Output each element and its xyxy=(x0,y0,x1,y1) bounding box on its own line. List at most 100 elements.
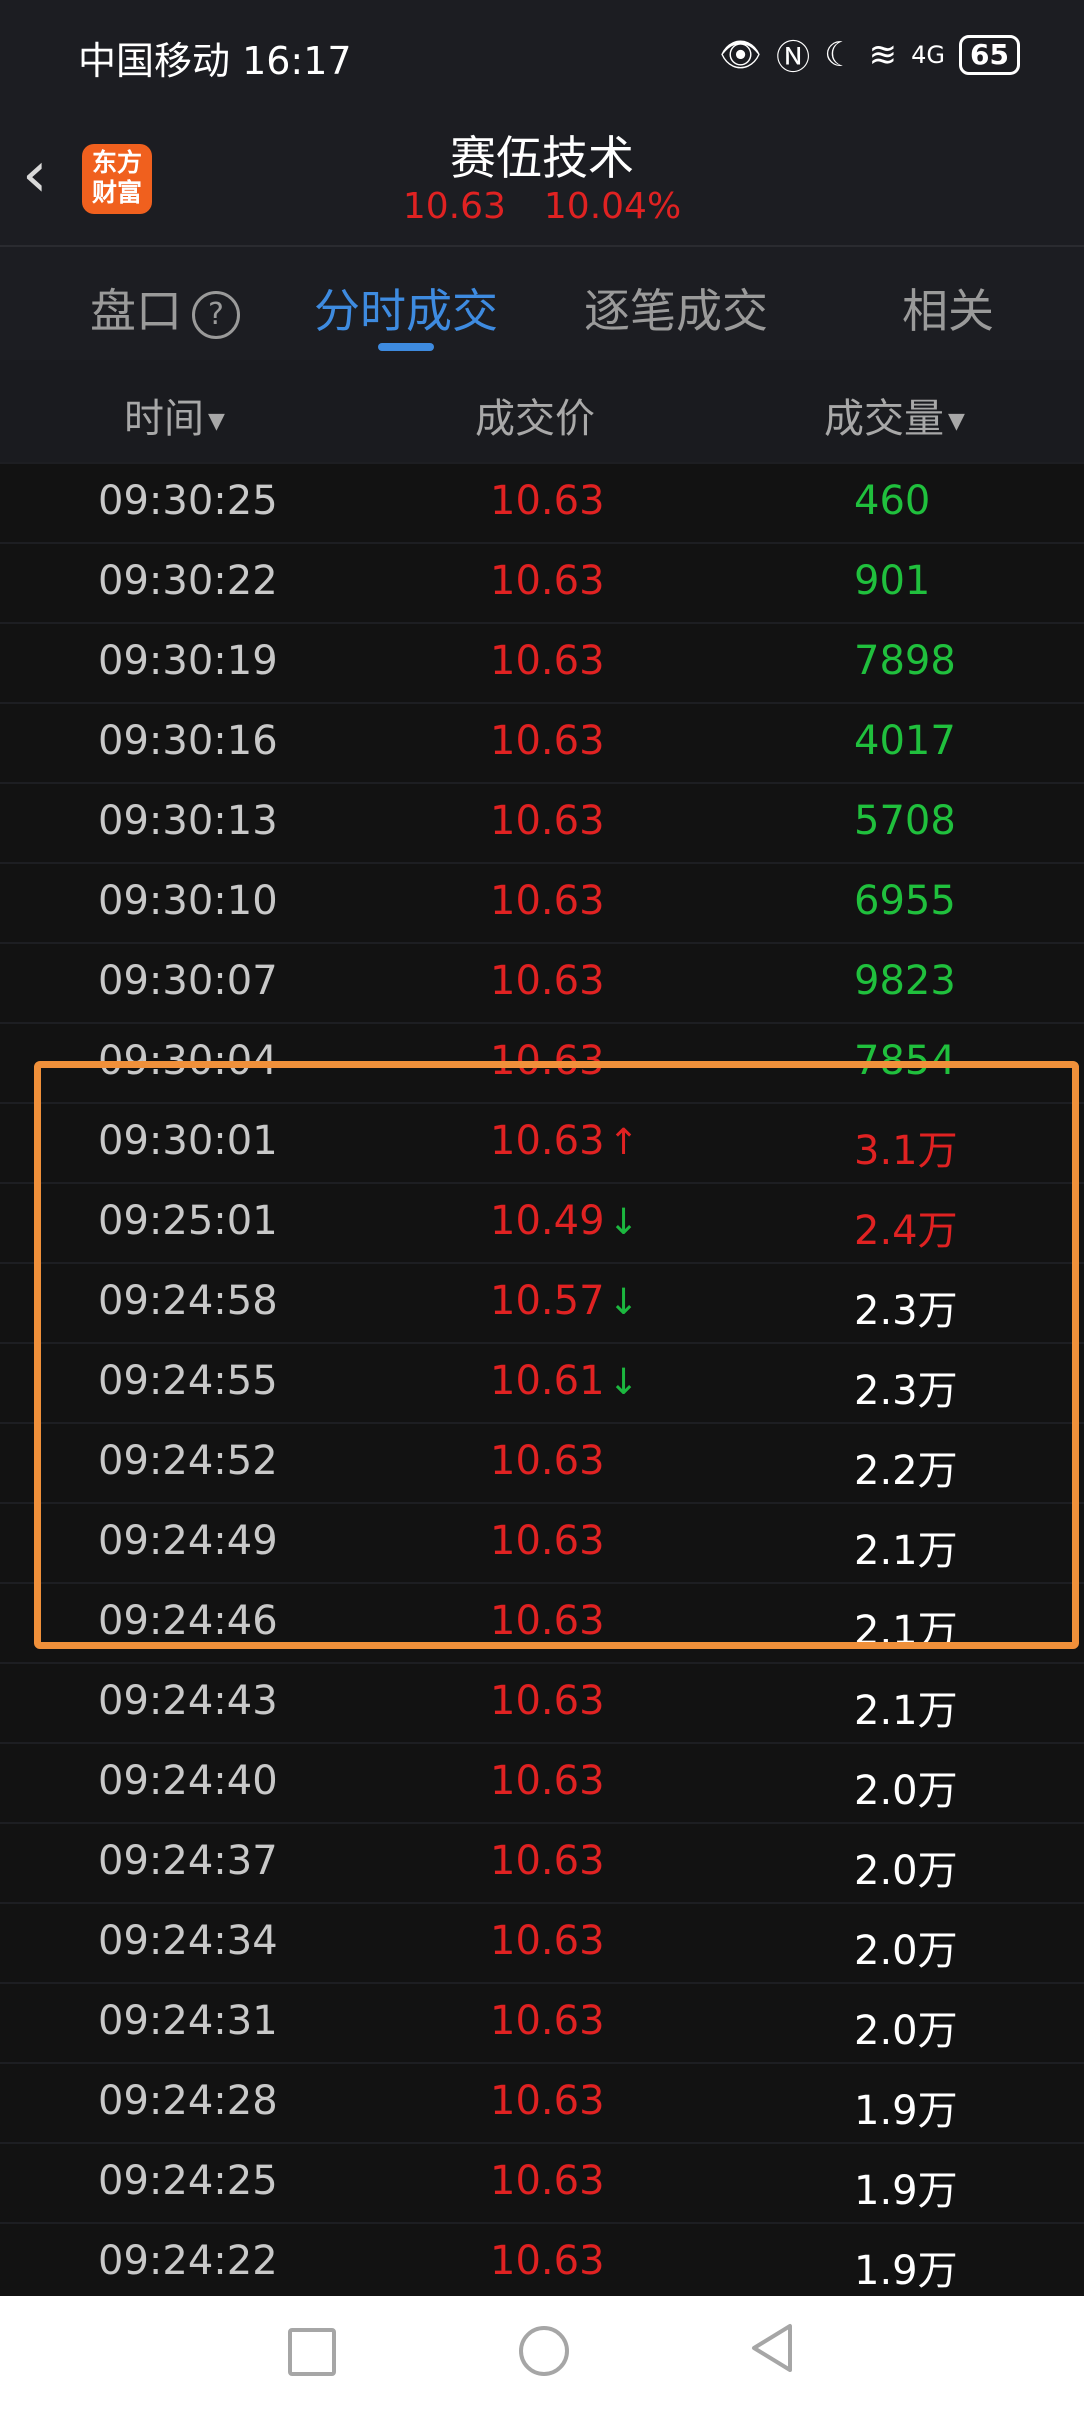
trade-price-value: 10.63 xyxy=(490,558,605,604)
trade-row: 09:30:22 10.63 901 xyxy=(0,542,1084,622)
trade-price-value: 10.63 xyxy=(490,718,605,764)
trade-price: 10.63 xyxy=(490,558,605,604)
trade-row: 09:30:25 10.63 460 xyxy=(0,462,1084,542)
status-icons: 👁 Ⓝ ☾ ≋ 4G 65 xyxy=(719,30,1020,79)
trade-price: 10.63 xyxy=(490,878,605,924)
trade-price-value: 10.63 xyxy=(490,1918,605,1964)
trade-volume-value: 2.0万 xyxy=(854,1848,958,1894)
tab-time-trades[interactable]: 分时成交 xyxy=(314,275,498,341)
trade-price: 10.63 xyxy=(490,1758,605,1804)
eye-icon: 👁 xyxy=(719,34,763,75)
trade-time: 09:24:28 xyxy=(98,2078,278,2124)
trade-time: 09:30:19 xyxy=(98,638,278,684)
active-tab-indicator xyxy=(378,343,434,351)
trade-row: 09:30:13 10.63 5708 xyxy=(0,782,1084,862)
trade-volume-value: 1.9万 xyxy=(854,2088,958,2134)
tab-pankou[interactable]: 盘口? xyxy=(90,275,240,341)
trade-price-value: 10.63 xyxy=(490,958,605,1004)
trade-time: 09:30:16 xyxy=(98,718,278,764)
trade-time: 09:24:31 xyxy=(98,1998,278,2044)
trade-row: 09:24:25 10.63 1.9万 xyxy=(0,2142,1084,2222)
trade-price: 10.63 xyxy=(490,1998,605,2044)
trade-time: 09:30:13 xyxy=(98,798,278,844)
trade-price-value: 10.63 xyxy=(490,1998,605,2044)
trade-volume-value: 1.9万 xyxy=(854,2168,958,2214)
triangle-back-icon xyxy=(752,2324,792,2372)
recent-apps-button[interactable] xyxy=(288,2328,336,2376)
trade-price: 10.63 xyxy=(490,718,605,764)
trade-time: 09:30:07 xyxy=(98,958,278,1004)
trade-row: 09:30:19 10.63 7898 xyxy=(0,622,1084,702)
trade-volume-value: 901 xyxy=(854,558,931,604)
trade-row: 09:30:07 10.63 9823 xyxy=(0,942,1084,1022)
stock-name: 赛伍技术 xyxy=(450,131,634,185)
home-button[interactable] xyxy=(519,2326,569,2376)
col-time[interactable]: 时间 ▼ xyxy=(124,386,225,444)
trade-price: 10.63 xyxy=(490,1838,605,1884)
trade-price-value: 10.63 xyxy=(490,1758,605,1804)
tab-related[interactable]: 相关 xyxy=(902,275,994,341)
trade-price: 10.63 xyxy=(490,958,605,1004)
trade-volume-value: 4017 xyxy=(854,718,956,764)
nfc-icon: Ⓝ xyxy=(776,38,811,78)
trade-volume-value: 1.9万 xyxy=(854,2248,958,2294)
trade-time: 09:30:22 xyxy=(98,558,278,604)
trade-price: 10.63 xyxy=(490,798,605,844)
trade-price: 10.63 xyxy=(490,1678,605,1724)
trade-time: 09:24:25 xyxy=(98,2158,278,2204)
trade-price: 10.63 xyxy=(490,478,605,524)
stock-header: ‹ 东方 财富 赛伍技术 10.63 10.04% xyxy=(0,110,1084,245)
trade-price-value: 10.63 xyxy=(490,2078,605,2124)
trade-price-value: 10.63 xyxy=(490,878,605,924)
trade-price-value: 10.63 xyxy=(490,1678,605,1724)
trade-row: 09:30:10 10.63 6955 xyxy=(0,862,1084,942)
col-volume[interactable]: 成交量 ▼ xyxy=(824,386,965,444)
trade-price: 10.63 xyxy=(490,638,605,684)
trade-time: 09:24:37 xyxy=(98,1838,278,1884)
carrier-time: 中国移动 16:17 xyxy=(78,39,352,83)
trade-row: 09:24:28 10.63 1.9万 xyxy=(0,2062,1084,2142)
trade-row: 09:24:31 10.63 2.0万 xyxy=(0,1982,1084,2062)
battery-icon: 65 xyxy=(959,34,1020,75)
sort-caret-icon: ▼ xyxy=(208,408,225,434)
trade-row: 09:30:16 10.63 4017 xyxy=(0,702,1084,782)
nav-back-button[interactable] xyxy=(748,2320,796,2380)
trade-price-value: 10.63 xyxy=(490,1838,605,1884)
trade-volume-value: 2.0万 xyxy=(854,1928,958,1974)
trade-time: 09:24:40 xyxy=(98,1758,278,1804)
highlight-box xyxy=(34,1061,1079,1649)
trade-price-value: 10.63 xyxy=(490,638,605,684)
system-nav-bar xyxy=(0,2296,1084,2412)
trade-volume-value: 460 xyxy=(854,478,931,524)
trade-price: 10.63 xyxy=(490,2158,605,2204)
trade-price: 10.63 xyxy=(490,2238,605,2284)
trade-time: 09:24:34 xyxy=(98,1918,278,1964)
tab-tick-trades[interactable]: 逐笔成交 xyxy=(584,275,768,341)
trade-time: 09:24:22 xyxy=(98,2238,278,2284)
trade-volume-value: 2.0万 xyxy=(854,2008,958,2054)
stock-quote: 10.63 10.04% xyxy=(0,186,1084,227)
column-header: 时间 ▼ 成交价 成交量 ▼ xyxy=(0,360,1084,462)
trade-price-value: 10.63 xyxy=(490,2158,605,2204)
help-icon[interactable]: ? xyxy=(192,290,240,339)
signal-icon: 4G xyxy=(911,40,946,69)
trade-price: 10.63 xyxy=(490,1918,605,1964)
wifi-icon: ≋ xyxy=(868,34,898,75)
trade-price: 10.63 xyxy=(490,2078,605,2124)
trade-volume-value: 6955 xyxy=(854,878,956,924)
tab-bar: 盘口? 分时成交 逐笔成交 相关 xyxy=(0,245,1084,362)
trade-row: 09:24:34 10.63 2.0万 xyxy=(0,1902,1084,1982)
col-price: 成交价 xyxy=(475,396,595,442)
trade-volume-value: 2.0万 xyxy=(854,1768,958,1814)
trade-volume-value: 2.1万 xyxy=(854,1688,958,1734)
stock-price: 10.63 xyxy=(402,186,506,227)
trade-volume-value: 5708 xyxy=(854,798,956,844)
status-bar: 中国移动 16:17 👁 Ⓝ ☾ ≋ 4G 65 xyxy=(0,0,1084,110)
stock-change: 10.04% xyxy=(543,186,682,227)
trade-price-value: 10.63 xyxy=(490,798,605,844)
trade-price-value: 10.63 xyxy=(490,478,605,524)
trade-row: 09:24:22 10.63 1.9万 xyxy=(0,2222,1084,2302)
trade-row: 09:24:40 10.63 2.0万 xyxy=(0,1742,1084,1822)
trade-time: 09:30:25 xyxy=(98,478,278,524)
moon-icon: ☾ xyxy=(824,34,855,75)
